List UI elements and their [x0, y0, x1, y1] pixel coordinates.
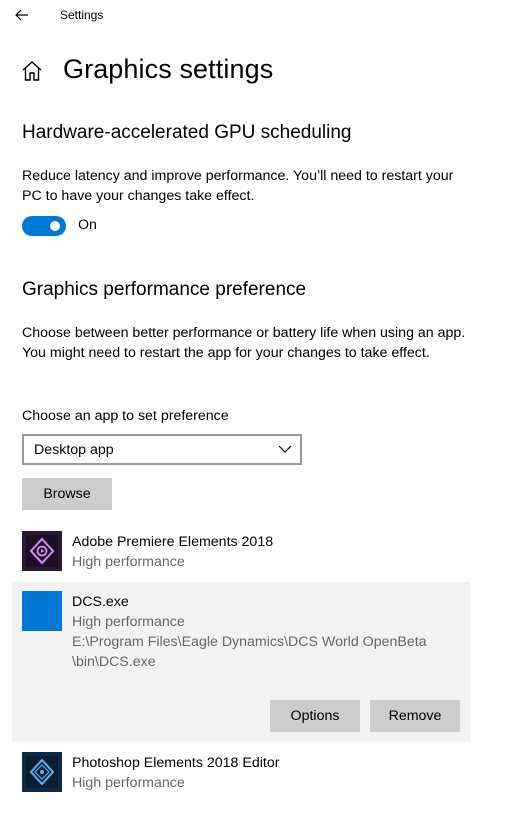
premiere-elements-icon — [22, 531, 62, 571]
gpu-scheduling-description: Reduce latency and improve performance. … — [22, 168, 454, 204]
app-name: Adobe Premiere Elements 2018 — [72, 534, 274, 550]
performance-preference-heading: Graphics performance preference — [22, 279, 307, 300]
app-name: DCS.exe — [72, 594, 129, 610]
app-name: Photoshop Elements 2018 Editor — [72, 755, 280, 771]
toggle-state-label: On — [78, 217, 97, 233]
app-preference: High performance — [72, 614, 185, 630]
home-icon[interactable] — [21, 60, 43, 82]
options-button[interactable]: Options — [270, 700, 360, 732]
back-button[interactable] — [10, 4, 34, 26]
app-path-continued: \bin\DCS.exe — [72, 654, 156, 670]
app-type-dropdown[interactable]: Desktop app — [22, 434, 302, 465]
app-type-value: Desktop app — [34, 442, 114, 458]
browse-button[interactable]: Browse — [22, 478, 112, 510]
app-preference: High performance — [72, 554, 185, 570]
chevron-down-icon — [278, 445, 292, 453]
choose-app-label: Choose an app to set preference — [22, 408, 229, 424]
page-title: Graphics settings — [63, 54, 274, 84]
toggle-knob — [50, 221, 60, 231]
photoshop-elements-icon — [22, 752, 62, 792]
dcs-app-icon — [22, 591, 62, 631]
app-title: Settings — [60, 8, 104, 22]
remove-button[interactable]: Remove — [370, 700, 460, 732]
title-bar: Settings — [0, 0, 520, 30]
gpu-scheduling-heading: Hardware-accelerated GPU scheduling — [22, 122, 352, 143]
back-arrow-icon — [15, 9, 28, 21]
app-path: E:\Program Files\Eagle Dynamics\DCS Worl… — [72, 634, 427, 650]
gpu-scheduling-toggle[interactable] — [22, 216, 66, 236]
app-preference: High performance — [72, 775, 185, 791]
performance-preference-description: Choose between better performance or bat… — [22, 325, 466, 361]
app-list-item-photoshop[interactable]: Photoshop Elements 2018 Editor High perf… — [12, 743, 470, 801]
app-list-item-premiere[interactable]: Adobe Premiere Elements 2018 High perfor… — [12, 522, 470, 580]
